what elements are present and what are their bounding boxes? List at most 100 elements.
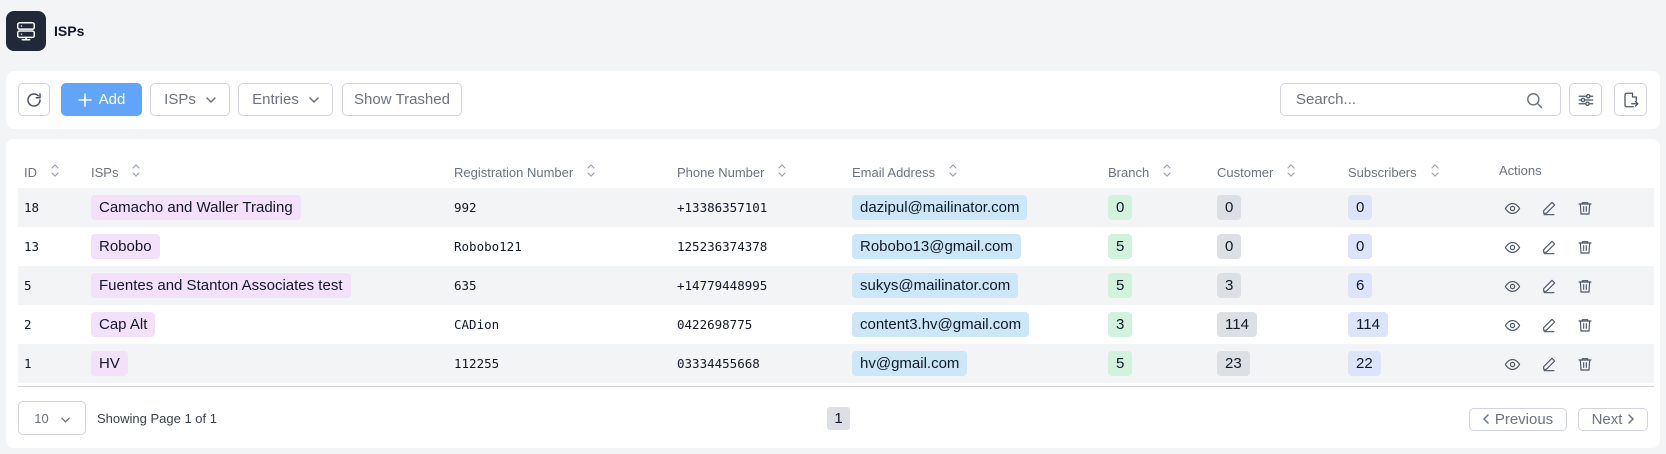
branch-count-badge: 5 (1108, 351, 1133, 376)
next-label: Next (1591, 411, 1623, 428)
subscribers-count-badge: 22 (1348, 351, 1381, 376)
column-header-customer[interactable]: Customer (1217, 163, 1295, 181)
server-icon (6, 11, 46, 51)
page-size-select[interactable]: 10 (18, 401, 86, 435)
cell-phone: 125236374378 (677, 239, 768, 254)
trash-icon[interactable] (1576, 355, 1594, 373)
table-row: 18 Camacho and Waller Trading 992 +13386… (18, 188, 1654, 227)
page-number-current[interactable]: 1 (827, 407, 850, 430)
header-label: Email Address (852, 164, 936, 180)
chevron-down-icon (60, 410, 70, 427)
subscribers-count-badge: 0 (1348, 195, 1373, 220)
header-label: Branch (1108, 164, 1150, 180)
show-trashed-button[interactable]: Show Trashed (342, 83, 462, 116)
column-header-id[interactable]: ID (24, 163, 59, 181)
cell-registration: 112255 (454, 356, 500, 371)
sort-icon[interactable] (1287, 163, 1295, 181)
subscribers-count-badge: 114 (1348, 312, 1388, 337)
edit-icon[interactable] (1540, 199, 1558, 217)
customer-count-badge: 23 (1217, 351, 1250, 376)
sort-icon[interactable] (51, 163, 59, 181)
sort-icon[interactable] (1163, 163, 1171, 181)
isp-name-badge[interactable]: Fuentes and Stanton Associates test (91, 273, 351, 298)
cell-registration: 992 (454, 200, 477, 215)
branch-count-badge: 5 (1108, 234, 1133, 259)
header-label: Customer (1217, 164, 1274, 180)
isps-dropdown-label: ISPs (164, 91, 196, 108)
sort-icon[interactable] (1431, 163, 1439, 181)
isp-name-badge[interactable]: Cap Alt (91, 312, 156, 337)
isp-name-badge[interactable]: HV (91, 351, 128, 376)
cell-id: 18 (24, 200, 40, 215)
customer-count-badge: 0 (1217, 195, 1242, 220)
sort-icon[interactable] (949, 163, 957, 181)
isp-name-badge[interactable]: Camacho and Waller Trading (91, 195, 301, 220)
toolbar: Add ISPs Entries Show Trashed (6, 71, 1660, 129)
eye-icon[interactable] (1503, 238, 1521, 256)
cell-registration: CADion (454, 317, 500, 332)
sort-icon[interactable] (778, 163, 787, 181)
edit-icon[interactable] (1540, 316, 1558, 334)
cell-phone: +13386357101 (677, 200, 768, 215)
eye-icon[interactable] (1503, 355, 1521, 373)
pagination-info: Showing Page 1 of 1 (97, 410, 217, 426)
cell-phone: 03334455668 (677, 356, 760, 371)
edit-icon[interactable] (1540, 277, 1558, 295)
filter-settings-button[interactable] (1569, 83, 1602, 116)
page-header: ISPs (6, 11, 84, 51)
cell-id: 1 (24, 356, 32, 371)
cell-registration: 635 (454, 278, 477, 293)
refresh-icon (25, 91, 43, 109)
page-size-value: 10 (34, 410, 49, 426)
export-button[interactable] (1614, 83, 1647, 116)
chevron-down-icon (206, 96, 216, 103)
cell-registration: Robobo121 (454, 239, 522, 254)
column-header-registration-number[interactable]: Registration Number (454, 163, 595, 181)
column-header-email-address[interactable]: Email Address (852, 163, 957, 181)
eye-icon[interactable] (1503, 199, 1521, 217)
refresh-button[interactable] (18, 83, 50, 116)
email-badge: content3.hv@gmail.com (852, 312, 1030, 337)
edit-icon[interactable] (1540, 238, 1558, 256)
column-header-phone-number[interactable]: Phone Number (677, 163, 787, 181)
sort-icon[interactable] (132, 163, 141, 181)
subscribers-count-badge: 6 (1348, 273, 1373, 298)
email-badge: Robobo13@gmail.com (852, 234, 1021, 259)
header-label: Phone Number (677, 164, 765, 180)
isps-dropdown[interactable]: ISPs (150, 83, 230, 116)
plus-icon (77, 92, 92, 107)
trash-icon[interactable] (1576, 316, 1594, 334)
column-header-isps[interactable]: ISPs (91, 163, 141, 181)
search-input[interactable] (1281, 84, 1521, 115)
previous-page-button[interactable]: Previous (1469, 408, 1567, 431)
eye-icon[interactable] (1503, 277, 1521, 295)
entries-dropdown[interactable]: Entries (238, 83, 333, 116)
trash-icon[interactable] (1576, 277, 1594, 295)
eye-icon[interactable] (1503, 316, 1521, 334)
column-header-branch[interactable]: Branch (1108, 163, 1171, 181)
header-label: ISPs (91, 164, 119, 180)
email-badge: sukys@mailinator.com (852, 273, 1019, 298)
cell-phone: +14779448995 (677, 278, 768, 293)
cell-id: 5 (24, 278, 32, 293)
edit-icon[interactable] (1540, 355, 1558, 373)
subscribers-count-badge: 0 (1348, 234, 1373, 259)
sort-icon[interactable] (587, 163, 595, 181)
column-header-subscribers[interactable]: Subscribers (1348, 163, 1439, 181)
header-label: ID (24, 164, 37, 180)
isp-name-badge[interactable]: Robobo (91, 234, 160, 259)
page-title: ISPs (54, 23, 85, 39)
table-row: 13 Robobo Robobo121 125236374378 Robobo1… (18, 227, 1654, 266)
table-row: 5 Fuentes and Stanton Associates test 63… (18, 266, 1654, 305)
next-page-button[interactable]: Next (1578, 408, 1648, 431)
add-button[interactable]: Add (61, 83, 142, 116)
search-icon[interactable] (1525, 91, 1544, 115)
email-badge: dazipul@mailinator.com (852, 195, 1028, 220)
sliders-icon (1577, 91, 1595, 109)
cell-id: 13 (24, 239, 40, 254)
trash-icon[interactable] (1576, 238, 1594, 256)
customer-count-badge: 114 (1217, 312, 1257, 337)
trash-icon[interactable] (1576, 199, 1594, 217)
customer-count-badge: 3 (1217, 273, 1242, 298)
add-label: Add (98, 91, 126, 108)
